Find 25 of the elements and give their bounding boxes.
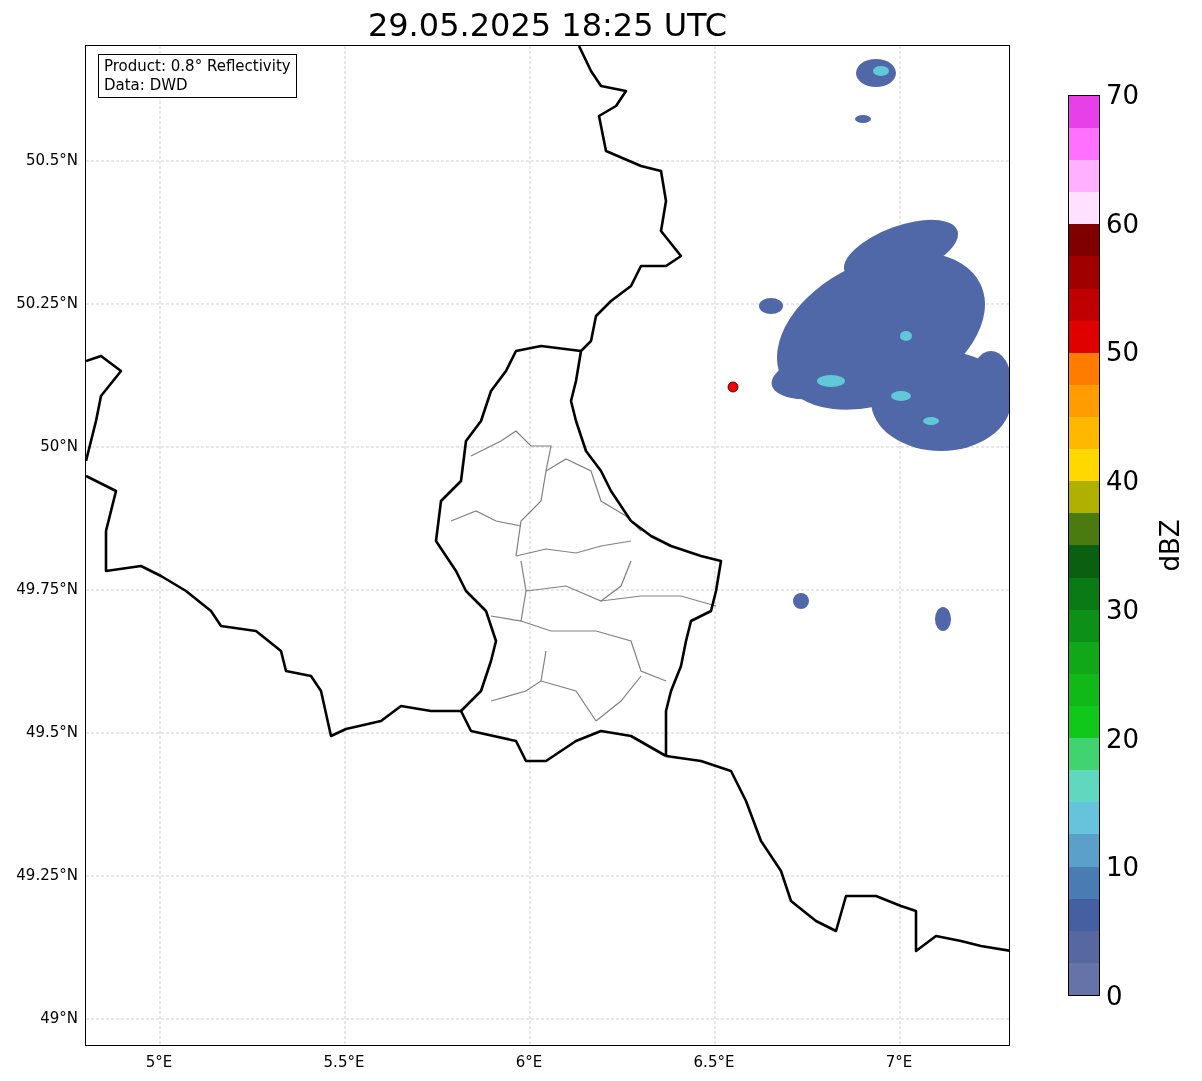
longitude-label: 7°E bbox=[885, 1052, 913, 1073]
colorbar-tick-label: 10 bbox=[1106, 852, 1140, 883]
colorbar-tick-label: 50 bbox=[1106, 337, 1140, 368]
longitude-label: 5°E bbox=[145, 1052, 173, 1073]
latitude-label: 49.5°N bbox=[25, 721, 78, 743]
colorbar-tick-label: 40 bbox=[1106, 466, 1140, 497]
longitude-label: 6.5°E bbox=[693, 1052, 735, 1073]
colorbar-tick-label: 0 bbox=[1106, 981, 1123, 1011]
latitude-label: 50°N bbox=[40, 435, 78, 457]
chart-title: 29.05.2025 18:25 UTC bbox=[367, 5, 728, 45]
info-text: Data: DWD bbox=[104, 76, 189, 95]
longitude-label: 6°E bbox=[515, 1052, 543, 1073]
radar-site-marker bbox=[727, 381, 739, 393]
latitude-label: 50.5°N bbox=[25, 149, 78, 171]
latitude-label: 49.25°N bbox=[16, 864, 78, 886]
colorbar-tick-label: 60 bbox=[1106, 208, 1140, 239]
colorbar-tick-label: 30 bbox=[1106, 594, 1140, 625]
info-text: Product: 0.8° Reflectivity bbox=[104, 57, 291, 76]
colorbar-label: dBZ bbox=[1153, 519, 1186, 572]
latitude-label: 50.25°N bbox=[16, 292, 78, 314]
colorbar-tick-label: 70 bbox=[1106, 80, 1140, 110]
latitude-label: 49.75°N bbox=[16, 578, 78, 600]
colorbar-tick-label: 20 bbox=[1106, 723, 1140, 754]
latitude-label: 49°N bbox=[40, 1007, 78, 1029]
longitude-label: 5.5°E bbox=[323, 1052, 365, 1073]
